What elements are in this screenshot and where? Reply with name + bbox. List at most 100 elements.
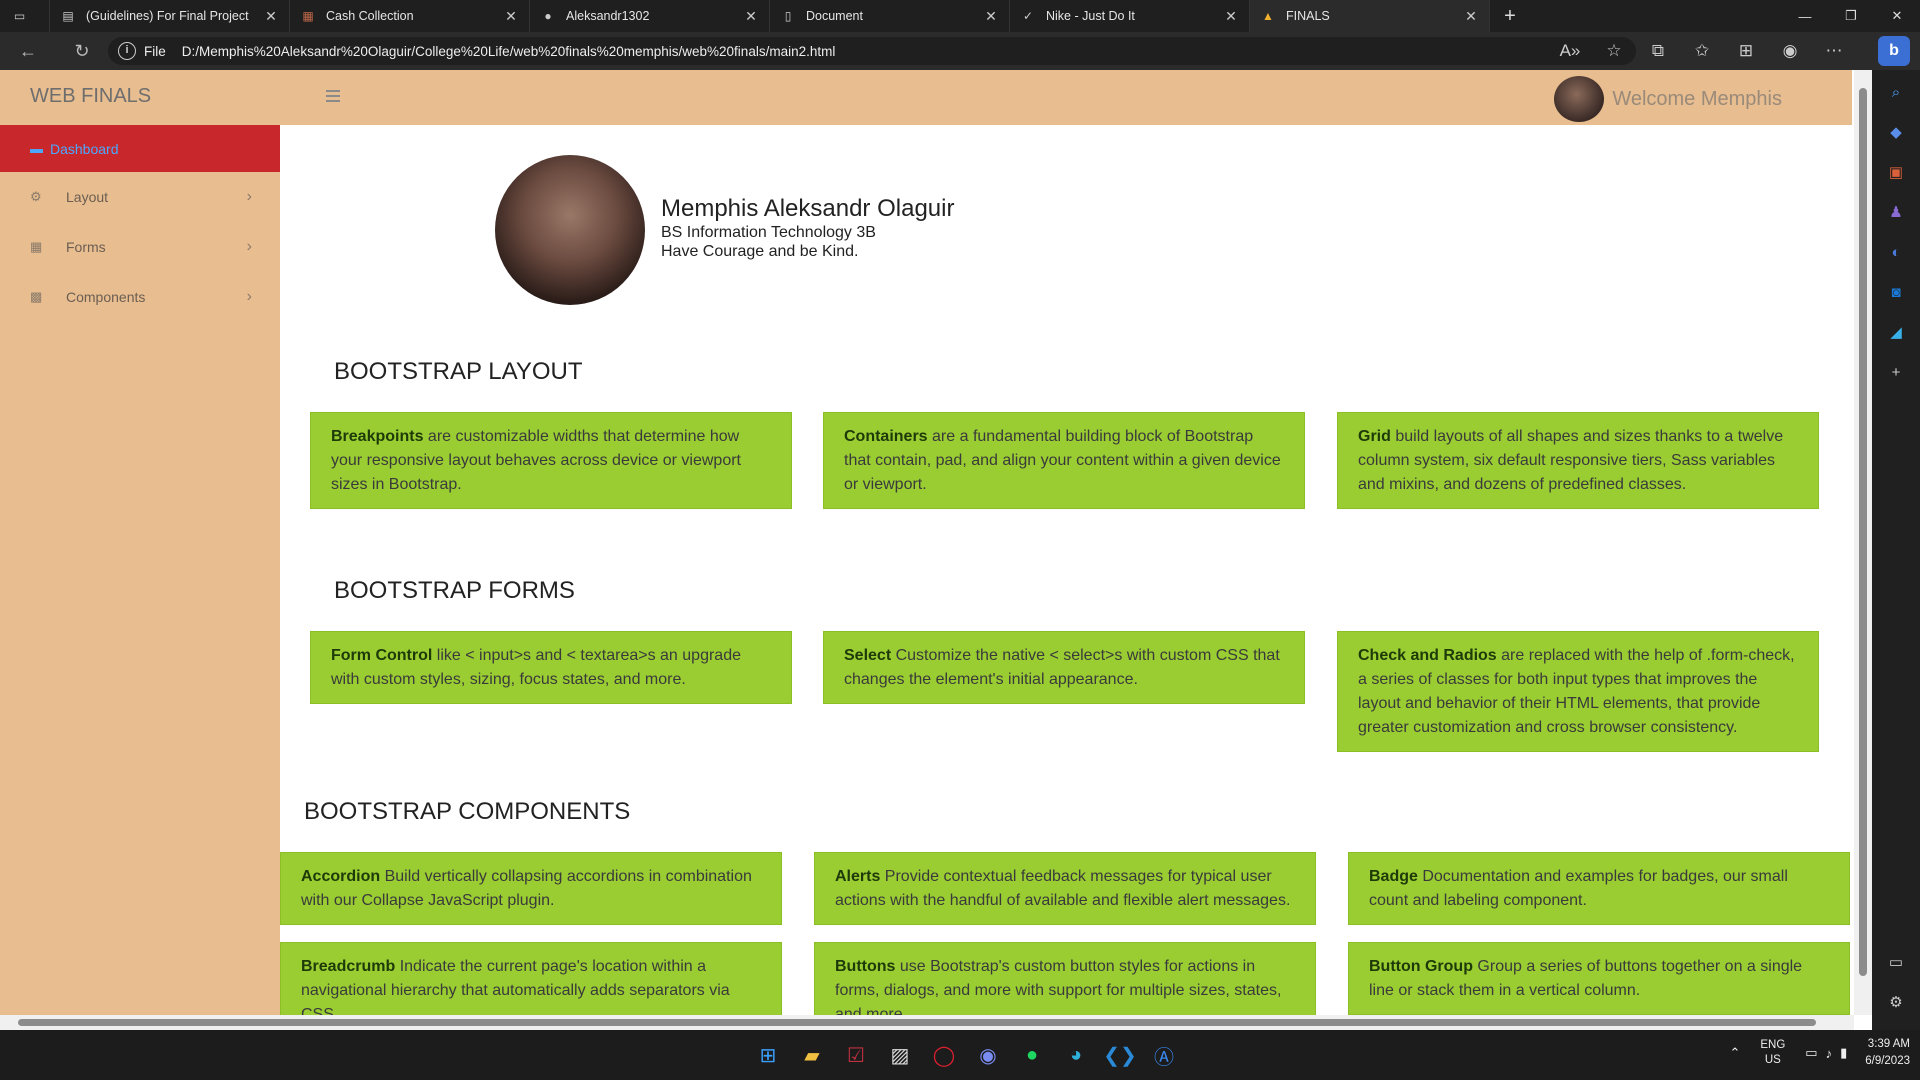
scheme-label: File [144,43,166,59]
lang-code: ENG [1760,1039,1786,1051]
scrollbar-thumb[interactable] [18,1019,1816,1026]
battery-icon[interactable]: ▮ [1840,1045,1847,1061]
spotify-icon[interactable]: ● [1010,1039,1054,1071]
card-breadcrumb: Breadcrumb Indicate the current page's l… [280,942,782,1015]
language-indicator[interactable]: ENG US [1760,1038,1785,1068]
sidebar-item-components[interactable]: ▩ Components › [0,272,280,322]
close-icon[interactable]: ✕ [743,8,759,25]
clock[interactable]: 3:39 AM 6/9/2023 [1865,1036,1910,1070]
tab-nike[interactable]: ✓ Nike - Just Do It ✕ [1010,0,1250,32]
bing-copilot-icon[interactable]: b [1878,36,1910,66]
address-bar[interactable]: i File D:/Memphis%20Aleksandr%20Olaguir/… [108,37,1636,65]
section-title-layout: BOOTSTRAP LAYOUT [334,358,583,385]
scrollbar-thumb[interactable] [1859,88,1867,976]
finals-icon: ▲ [1262,9,1274,23]
settings-icon[interactable]: ⚙ [1884,990,1908,1014]
new-tab-button[interactable]: + [1490,5,1530,28]
sidebar-item-dashboard[interactable]: ▬ Dashboard [0,125,280,172]
profile-icon[interactable]: ◉ [1768,41,1812,61]
drop-icon[interactable]: ◢ [1884,320,1908,344]
profile-course: BS Information Technology 3B [661,224,876,241]
card-breakpoints: Breakpoints are customizable widths that… [310,412,792,509]
opera-icon[interactable]: ◯ [922,1039,966,1071]
card-alerts: Alerts Provide contextual feedback messa… [814,852,1316,925]
card-term: Breakpoints [331,428,424,445]
tab-finals[interactable]: ▲ FINALS ✕ [1250,0,1490,32]
vscode-icon[interactable]: ❮❯ [1098,1039,1142,1071]
card-check-radios: Check and Radios are replaced with the h… [1337,631,1819,752]
grid-icon: ▩ [30,289,43,304]
horizontal-scrollbar[interactable] [0,1015,1854,1030]
minimize-icon[interactable]: — [1782,0,1828,32]
sidebar-layout-icon[interactable]: ▭ [1884,950,1908,974]
extensions-icon[interactable]: ⧉ [1636,41,1680,61]
vertical-scrollbar[interactable] [1854,70,1872,1015]
add-icon[interactable]: + [1884,360,1908,384]
more-icon[interactable]: ⋯ [1812,41,1856,61]
read-aloud-icon[interactable]: A» [1548,41,1592,61]
shopping-icon[interactable]: ◆ [1884,120,1908,144]
app-image-icon[interactable]: ▨ [878,1039,922,1071]
card-term: Check and Radios [1358,647,1497,664]
outlook-icon[interactable]: ◙ [1884,280,1908,304]
clock-time: 3:39 AM [1867,1038,1910,1050]
tab-title: Cash Collection [326,9,414,23]
office-icon[interactable]: ◐ [1884,240,1908,264]
section-title-components: BOOTSTRAP COMPONENTS [304,798,631,825]
card-term: Select [844,647,892,664]
favorites-icon[interactable]: ✩ [1680,41,1724,61]
sidebar-item-layout[interactable]: ⚙ Layout › [0,172,280,222]
tab-title: (Guidelines) For Final Project [86,9,249,23]
sidebar-item-label: Forms [66,239,106,255]
sidebar-item-forms[interactable]: ▦ Forms › [0,222,280,272]
menu-toggle-icon[interactable] [326,90,340,102]
url-text[interactable]: D:/Memphis%20Aleksandr%20Olaguir/College… [182,44,836,59]
close-icon[interactable]: ✕ [1223,8,1239,25]
refresh-button[interactable]: ↻ [64,36,100,66]
tools-icon[interactable]: ▣ [1884,160,1908,184]
close-icon[interactable]: ✕ [263,8,279,25]
tab-title: Aleksandr1302 [566,9,650,23]
github-icon: ● [544,9,552,23]
volume-icon[interactable]: ♪ [1826,1046,1833,1061]
games-icon[interactable]: ♟ [1884,200,1908,224]
back-button[interactable]: ← [10,36,46,66]
dashboard-icon: ▬ [30,141,43,156]
restore-icon[interactable]: ❐ [1828,0,1874,32]
windows-start-icon[interactable]: ⊞ [746,1039,790,1071]
main-content: Memphis Aleksandr Olaguir BS Information… [280,125,1852,1015]
network-icon[interactable]: ▭ [1805,1045,1817,1061]
search-icon[interactable]: ⌕ [1884,80,1908,104]
toolbar-right: A» ☆ ⧉ ✩ ⊞ ◉ ⋯ [1548,32,1856,70]
info-icon[interactable]: i [118,42,136,60]
sidebar-item-label: Layout [66,189,109,205]
app-check-icon[interactable]: ☑ [834,1039,878,1071]
tab-guidelines[interactable]: ▤ (Guidelines) For Final Project ✕ [50,0,290,32]
sidebar: ▬ Dashboard ⚙ Layout › ▦ Forms › ▩ Compo… [0,125,280,1030]
profile-photo [495,155,645,305]
edge-icon[interactable]: ◕ [1054,1039,1098,1071]
tab-cash-collection[interactable]: ▦ Cash Collection ✕ [290,0,530,32]
profile-motto: Have Courage and be Kind. [661,243,859,260]
file-explorer-icon[interactable]: ▰ [790,1039,834,1071]
welcome-text: Welcome Memphis [1612,87,1782,110]
close-window-icon[interactable]: ✕ [1874,0,1920,32]
card-term: Breadcrumb [301,958,396,975]
favorite-star-icon[interactable]: ☆ [1592,41,1636,61]
welcome-user[interactable]: Welcome Memphis [1554,76,1782,122]
tab-title: Nike - Just Do It [1046,9,1135,23]
collections-icon[interactable]: ⊞ [1724,41,1768,61]
tab-github[interactable]: ● Aleksandr1302 ✕ [530,0,770,32]
tab-document[interactable]: ▯ Document ✕ [770,0,1010,32]
browser-tab-strip: ▭ ▤ (Guidelines) For Final Project ✕ ▦ C… [0,0,1920,32]
card-term: Button Group [1369,958,1473,975]
chevron-up-icon[interactable]: ⌃ [1729,1045,1740,1061]
close-icon[interactable]: ✕ [1463,8,1479,25]
close-icon[interactable]: ✕ [983,8,999,25]
card-select: Select Customize the native < select>s w… [823,631,1305,704]
tab-actions-button[interactable]: ▭ [0,0,50,32]
close-icon[interactable]: ✕ [503,8,519,25]
app-store-icon[interactable]: Ⓐ [1142,1039,1186,1071]
brand-title[interactable]: WEB FINALS [30,85,151,108]
discord-icon[interactable]: ◉ [966,1039,1010,1071]
